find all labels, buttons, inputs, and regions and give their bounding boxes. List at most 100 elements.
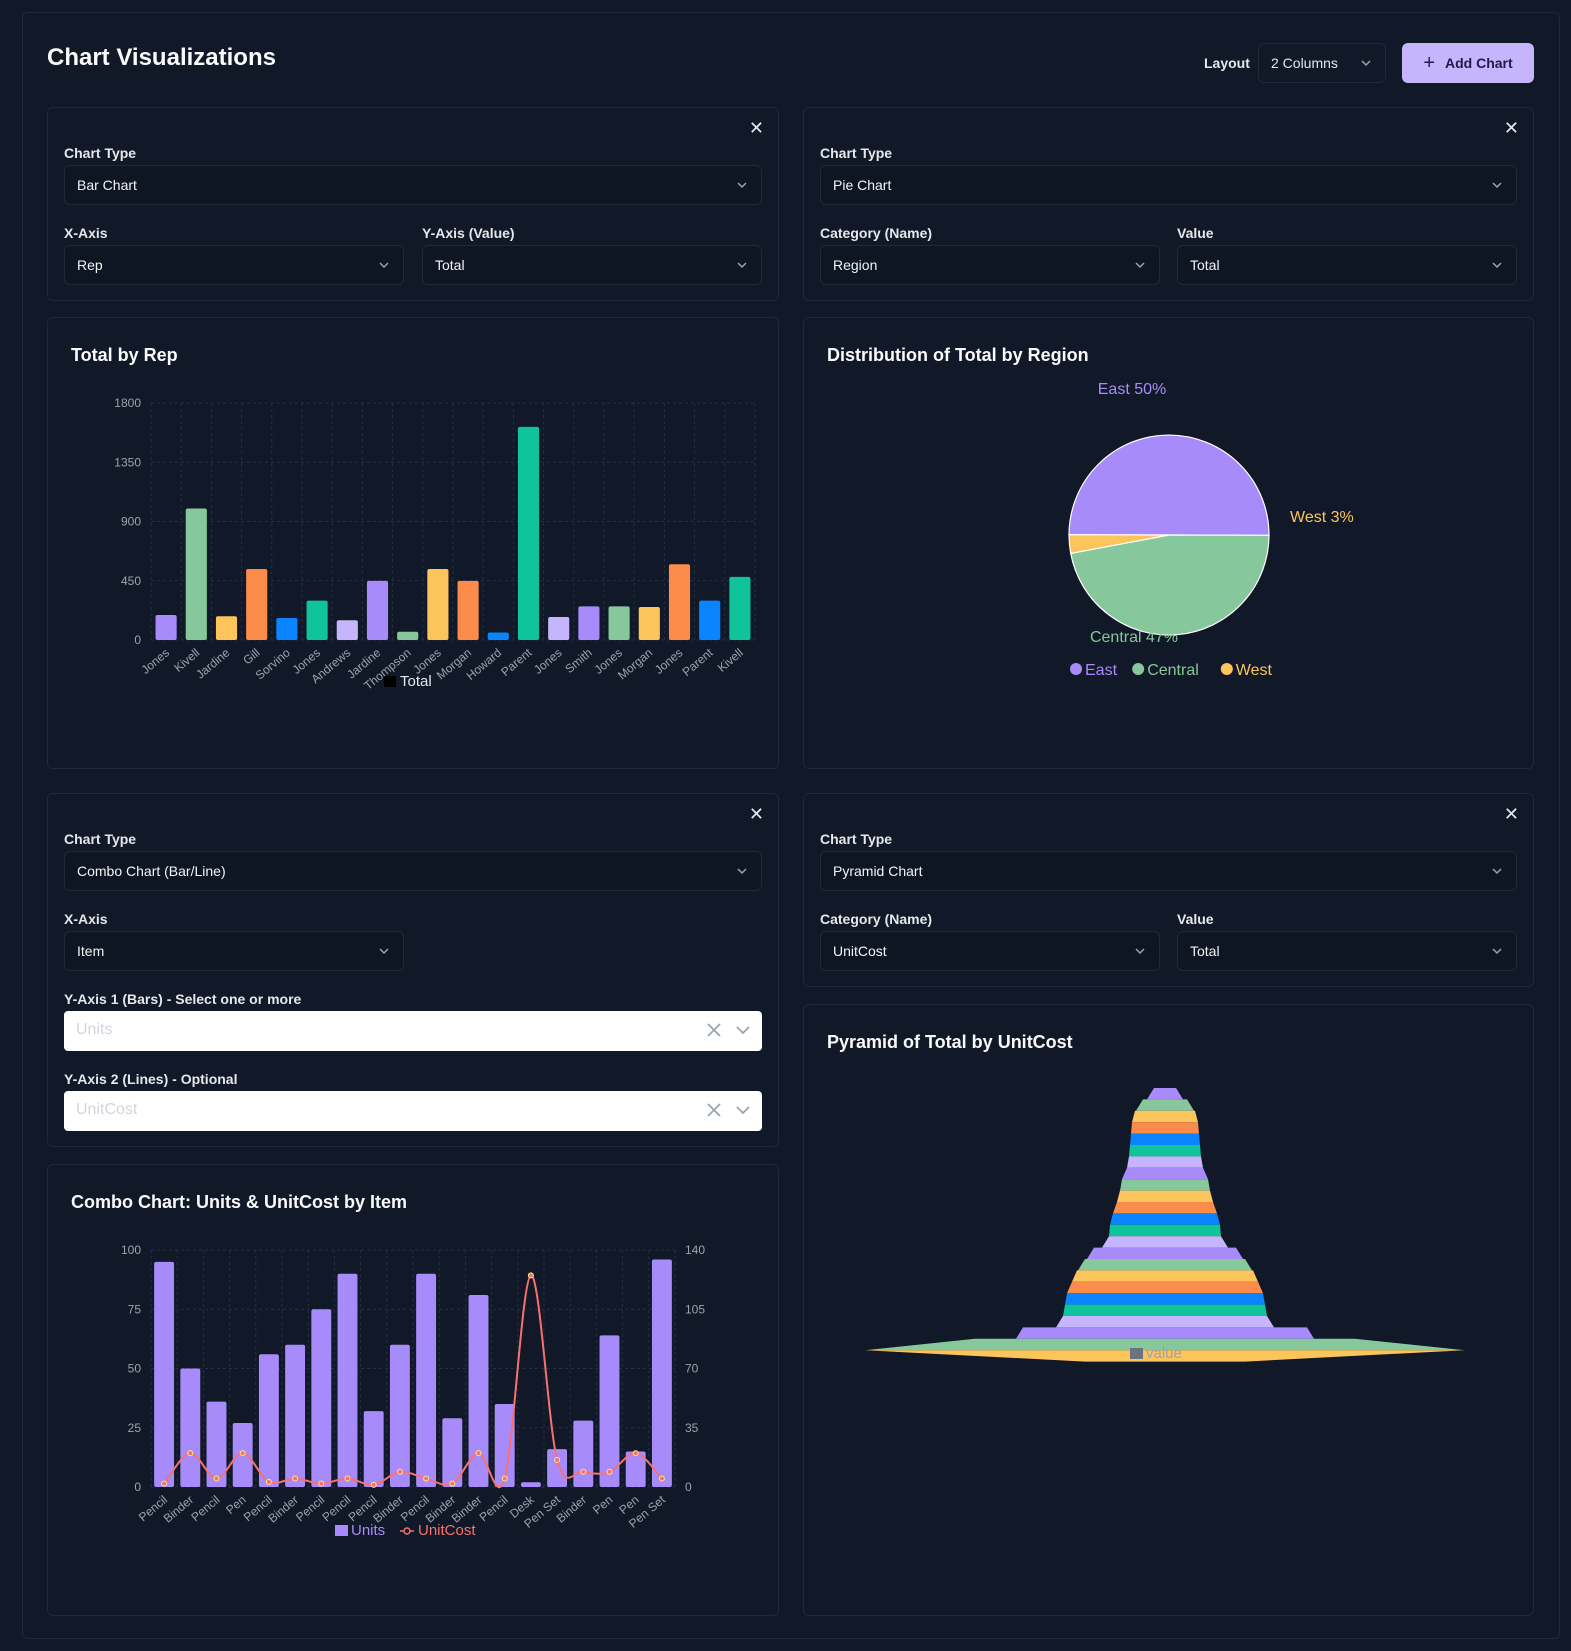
line-point <box>475 1450 482 1457</box>
divider <box>729 1100 730 1122</box>
x-tick-label: Pencil <box>293 1493 327 1525</box>
x-tick-label: Sorvino <box>253 645 293 682</box>
x-tick-label: Smith <box>562 646 595 676</box>
x-tick-label: Pencil <box>188 1493 222 1525</box>
chevron-down-icon <box>1135 948 1145 955</box>
clear-icon[interactable] <box>704 1099 724 1121</box>
add-chart-button[interactable]: + Add Chart <box>1402 43 1534 83</box>
legend-swatch <box>1132 663 1145 675</box>
category-value: UnitCost <box>833 943 887 959</box>
bar <box>699 600 721 640</box>
line-point <box>396 1468 403 1475</box>
chevron-down-icon[interactable] <box>734 1021 752 1039</box>
chart-type-label: Chart Type <box>820 145 893 161</box>
value-select[interactable]: Total <box>1177 931 1517 971</box>
y-left-tick-label: 25 <box>128 1421 142 1435</box>
line-point <box>449 1480 456 1487</box>
clear-icon[interactable] <box>704 1019 724 1041</box>
legend-label: East <box>1085 662 1118 679</box>
x-tick-label: Parent <box>680 645 717 679</box>
x-tick-label: Pen <box>590 1493 615 1517</box>
bar <box>366 580 389 640</box>
chart-type-select[interactable]: Bar Chart <box>64 165 762 205</box>
legend-swatch <box>335 1525 348 1536</box>
y-left-tick-label: 100 <box>121 1243 141 1257</box>
line-point <box>606 1468 613 1475</box>
close-icon[interactable]: ✕ <box>749 804 764 825</box>
pyramid-config-panel: ✕ Chart Type Pyramid Chart Category (Nam… <box>803 793 1534 987</box>
x-tick-label: Morgan <box>615 646 655 683</box>
category-select[interactable]: UnitCost <box>820 931 1160 971</box>
line-point <box>554 1456 561 1463</box>
x-tick-label: Binder <box>161 1493 197 1526</box>
y1-multiselect[interactable]: Units <box>64 1011 762 1051</box>
chevron-down-icon <box>1492 868 1502 875</box>
pyramid-layer <box>1067 1281 1263 1294</box>
close-icon[interactable]: ✕ <box>1504 118 1519 139</box>
line-point <box>344 1475 351 1482</box>
combo-chart-card: Combo Chart: Units & UnitCost by Item 02… <box>47 1164 779 1616</box>
pyramid-layer <box>1102 1236 1228 1248</box>
chart-type-select[interactable]: Combo Chart (Bar/Line) <box>64 851 762 891</box>
chevron-down-icon <box>737 262 747 269</box>
chevron-down-icon[interactable] <box>734 1101 752 1119</box>
pyramid-layer <box>1110 1213 1220 1225</box>
category-label: Category (Name) <box>820 911 933 927</box>
x-axis-select[interactable]: Rep <box>64 245 404 285</box>
y-tick-label: 1800 <box>114 396 141 410</box>
bar <box>397 631 419 640</box>
x-tick-label: Binder <box>554 1493 590 1526</box>
bar <box>306 600 328 640</box>
bar-config-panel: ✕ Chart Type Bar Chart X-Axis Rep Y-Axis… <box>47 107 779 301</box>
close-icon[interactable]: ✕ <box>749 118 764 139</box>
chevron-down-icon <box>737 868 747 875</box>
pyramid-layer <box>1056 1316 1274 1328</box>
pyramid-layer <box>1113 1202 1217 1214</box>
y2-multiselect[interactable]: UnitCost <box>64 1091 762 1131</box>
bar <box>416 1273 437 1487</box>
line-point <box>292 1475 299 1482</box>
bar <box>215 616 238 640</box>
x-tick-label: Binder <box>370 1493 406 1526</box>
bar <box>363 1411 384 1487</box>
page-title: Chart Visualizations <box>47 44 276 71</box>
combo-config-panel: ✕ Chart Type Combo Chart (Bar/Line) X-Ax… <box>47 793 779 1147</box>
legend-swatch <box>1130 1348 1143 1359</box>
chevron-down-icon <box>1492 262 1502 269</box>
y-left-tick-label: 0 <box>134 1480 141 1494</box>
legend-label: Units <box>351 1522 385 1539</box>
pyramid-layer <box>1122 1167 1208 1180</box>
line-point <box>318 1480 325 1487</box>
category-label: Category (Name) <box>820 225 933 241</box>
chart-type-select[interactable]: Pyramid Chart <box>820 851 1517 891</box>
pyramid-layer <box>1063 1304 1267 1316</box>
y-right-tick-label: 0 <box>685 1480 692 1494</box>
category-select[interactable]: Region <box>820 245 1160 285</box>
slice-label: East 50% <box>1098 381 1166 398</box>
chart-type-value: Combo Chart (Bar/Line) <box>77 863 226 879</box>
bar <box>668 564 691 640</box>
bar <box>608 606 630 640</box>
pie-slice <box>1070 534 1270 636</box>
x-axis-label: X-Axis <box>64 911 108 927</box>
y2-placeholder: UnitCost <box>76 1101 138 1118</box>
value-select[interactable]: Total <box>1177 245 1517 285</box>
layout-select[interactable]: 2 Columns <box>1258 43 1386 83</box>
slice-label: Central 47% <box>1090 629 1178 646</box>
y2-axis-label: Y-Axis 2 (Lines) - Optional <box>64 1071 238 1087</box>
y-axis-select[interactable]: Total <box>422 245 762 285</box>
close-icon[interactable]: ✕ <box>1504 804 1519 825</box>
x-axis-select[interactable]: Item <box>64 931 404 971</box>
bar <box>180 1368 201 1487</box>
line-point <box>239 1450 246 1457</box>
plus-icon: + <box>1423 52 1435 74</box>
chart-type-select[interactable]: Pie Chart <box>820 165 1517 205</box>
bar <box>427 569 449 640</box>
chart-type-value: Pie Chart <box>833 177 892 193</box>
bar <box>246 569 268 640</box>
line-point <box>187 1450 194 1457</box>
bar-chart: 0 450 900 1350 1800 Jones Kivell Jardine GillSor… <box>114 396 756 693</box>
layout-label: Layout <box>1204 55 1250 71</box>
layout-select-value: 2 Columns <box>1271 55 1338 71</box>
bar <box>547 1449 568 1487</box>
